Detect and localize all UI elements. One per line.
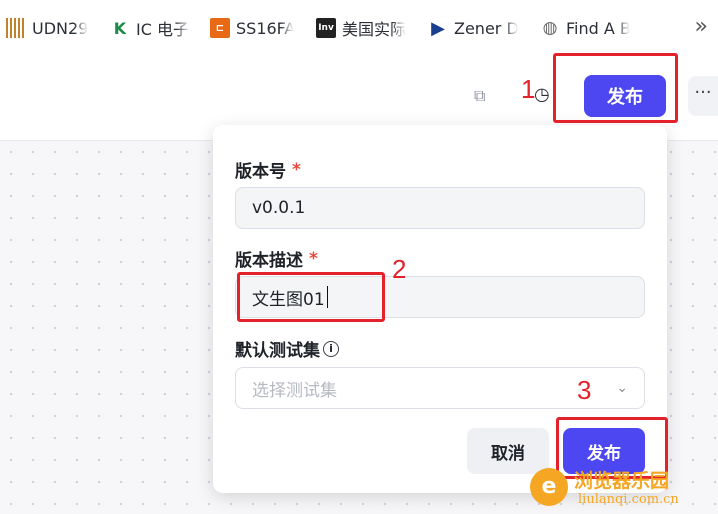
globe-icon: ◍ — [542, 18, 558, 38]
bookmark-label: IC 电子 — [136, 16, 190, 40]
bookmark-ss16[interactable]: ⊏ SS16FA — [204, 0, 310, 56]
bookmark-label: Find A B — [566, 18, 630, 38]
grid-logo-icon — [6, 18, 26, 38]
version-input[interactable]: v0.0.1 — [235, 187, 645, 229]
more-bookmarks-icon[interactable]: » — [695, 14, 708, 39]
watermark-logo-icon: e — [530, 468, 568, 506]
testset-label-row: 默认测试集 i — [235, 336, 339, 361]
inv-logo-icon: Inv — [316, 18, 336, 38]
zener-d-icon: ▶ — [431, 17, 445, 39]
desc-label-row: 版本描述 * — [235, 246, 318, 272]
annotation-number-2: 2 — [392, 254, 407, 284]
testset-placeholder: 选择测试集 — [252, 380, 337, 401]
version-label: 版本号 — [235, 162, 286, 182]
annotation-number-3: 3 — [577, 375, 592, 405]
version-label-row: 版本号 * — [235, 157, 301, 183]
bookmark-find[interactable]: ◍ Find A B — [534, 0, 646, 56]
bookmark-ic[interactable]: K IC 电子 — [104, 0, 204, 56]
bookmark-inv[interactable]: Inv 美国实际 — [310, 0, 422, 56]
bookmark-label: Zener D — [454, 18, 518, 38]
watermark-text: 浏览器乐园 — [574, 470, 670, 492]
bookmarks-bar: UDN29 K IC 电子 ⊏ SS16FA Inv 美国实际 ▶ Zener … — [0, 0, 718, 57]
bookmark-zener[interactable]: ▶ Zener D — [422, 0, 534, 56]
bookmark-label: UDN29 — [32, 18, 88, 38]
bookmark-udn[interactable]: UDN29 — [0, 0, 104, 56]
chevron-down-icon: ⌄ — [616, 380, 628, 396]
history-icon[interactable]: ◷ — [534, 84, 550, 105]
annotation-box-2 — [237, 272, 385, 322]
watermark: e 浏览器乐园 liulanqi.com.cn — [530, 462, 718, 514]
annotation-box-1 — [553, 53, 678, 123]
required-mark: * — [309, 248, 318, 269]
required-mark: * — [292, 159, 301, 180]
more-options-button[interactable]: ··· — [688, 76, 718, 116]
desc-label: 版本描述 — [235, 251, 303, 271]
testset-label: 默认测试集 — [235, 341, 320, 361]
bookmark-label: SS16FA — [236, 18, 294, 38]
bookmark-label: 美国实际 — [342, 16, 406, 40]
brand-orange-icon: ⊏ — [210, 18, 230, 38]
watermark-url: liulanqi.com.cn — [578, 492, 679, 507]
info-icon[interactable]: i — [323, 340, 339, 357]
annotation-number-1: 1 — [521, 74, 536, 104]
copy-icon[interactable]: ⧉ — [474, 86, 485, 106]
ic-logo-icon: K — [113, 18, 127, 38]
